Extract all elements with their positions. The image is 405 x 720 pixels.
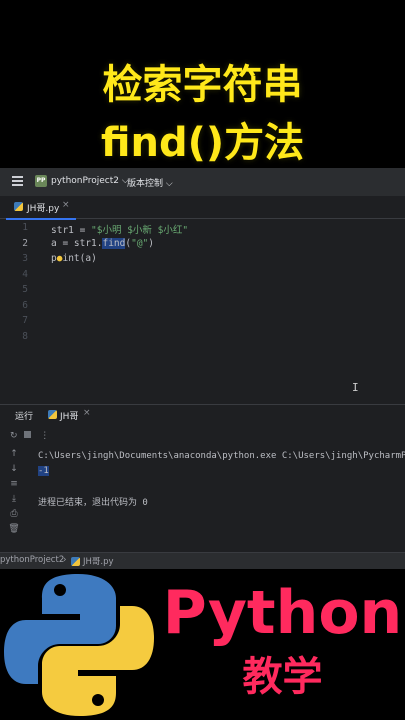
- project-selector[interactable]: pythonProject2 ⌵: [51, 176, 129, 186]
- run-toolbar: ↻ ⋮: [10, 431, 49, 441]
- ide-window: PP pythonProject2 ⌵ 版本控制 ⌵ JH哥.py × 1 2 …: [0, 168, 405, 569]
- code-line-2: a = str1.find("@"): [51, 238, 154, 249]
- python-file-icon: [14, 202, 23, 211]
- stop-icon[interactable]: [24, 431, 32, 438]
- project-name: pythonProject2: [51, 176, 120, 186]
- title-line-2: find()方法: [100, 120, 305, 166]
- hamburger-menu-icon[interactable]: [12, 176, 23, 186]
- vcs-menu-label: 版本控制: [127, 179, 164, 189]
- string-literal: "$小明 $小新 $小红": [91, 225, 189, 236]
- code-line-1: str1 = "$小明 $小新 $小红": [51, 222, 188, 236]
- code-line-3: p●int(a): [51, 253, 97, 264]
- trash-icon[interactable]: 🗑: [6, 524, 22, 539]
- chevron-right-icon: ›: [63, 555, 67, 565]
- print-icon[interactable]: ⎙: [6, 509, 22, 524]
- run-panel-tabs: 运行 JH哥 ×: [0, 405, 405, 425]
- breadcrumb-project[interactable]: pythonProject2: [0, 555, 64, 565]
- output-exit-message: 进程已结束，退出代码为 0: [38, 498, 148, 508]
- rerun-icon[interactable]: ↻: [10, 431, 18, 441]
- python-brand-title: Python: [162, 578, 403, 648]
- line-number: 2: [22, 238, 28, 249]
- title-line-1: 检索字符串: [102, 62, 303, 108]
- vcs-menu[interactable]: 版本控制 ⌵: [127, 176, 173, 189]
- breadcrumb-file[interactable]: JH哥.py: [83, 555, 114, 567]
- line-number: 5: [22, 284, 28, 295]
- code-editor[interactable]: 1 2 3 4 5 6 7 8 str1 = "$小明 $小新 $小红" a =…: [0, 218, 405, 408]
- scroll-up-icon[interactable]: ↑: [6, 449, 22, 464]
- python-file-icon: [48, 410, 57, 419]
- line-number: 8: [22, 331, 28, 342]
- string-literal: "@": [131, 238, 149, 249]
- close-icon[interactable]: ×: [83, 408, 91, 418]
- ide-top-bar: PP pythonProject2 ⌵ 版本控制 ⌵: [0, 168, 405, 197]
- code-token: str1 =: [51, 225, 92, 236]
- python-file-icon: [71, 557, 80, 566]
- status-bar: pythonProject2 › JH哥.py: [0, 552, 405, 569]
- text-cursor-icon: I: [352, 381, 359, 394]
- chevron-down-icon: ⌵: [165, 179, 173, 189]
- scroll-down-icon[interactable]: ↓: [6, 464, 22, 479]
- soft-wrap-icon[interactable]: ≡: [6, 479, 22, 494]
- line-number: 3: [22, 253, 28, 264]
- selected-text: find: [102, 238, 126, 249]
- editor-tabs: JH哥.py ×: [0, 196, 405, 220]
- line-number: 1: [22, 222, 28, 233]
- result-value: -1: [38, 466, 49, 476]
- python-subtitle: 教学: [242, 654, 323, 700]
- scroll-to-end-icon[interactable]: ⤓: [6, 494, 22, 509]
- tab-label: JH哥.py: [27, 204, 60, 214]
- tab-jh-py[interactable]: JH哥.py ×: [6, 196, 76, 220]
- output-result: -1: [38, 466, 49, 476]
- run-panel: 运行 JH哥 × ↻ ⋮ ↑ ↓ ≡ ⤓ ⎙ 🗑 C:\Users\jingh\…: [0, 404, 405, 553]
- python-logo: [4, 574, 154, 716]
- output-command-line: C:\Users\jingh\Documents\anaconda\python…: [38, 451, 405, 461]
- run-side-toolbar: ↑ ↓ ≡ ⤓ ⎙ 🗑: [6, 449, 22, 539]
- run-config-tab[interactable]: JH哥: [60, 409, 78, 422]
- line-number: 4: [22, 269, 28, 280]
- code-token: a = str1.: [51, 238, 103, 249]
- line-number: 7: [22, 315, 28, 326]
- line-number: 6: [22, 300, 28, 311]
- close-icon[interactable]: ×: [62, 200, 70, 210]
- code-token: ): [148, 238, 155, 249]
- project-badge: PP: [35, 175, 47, 187]
- more-options-icon[interactable]: ⋮: [40, 431, 49, 441]
- code-token: int(a): [62, 253, 97, 264]
- run-tab-label[interactable]: 运行: [15, 409, 33, 422]
